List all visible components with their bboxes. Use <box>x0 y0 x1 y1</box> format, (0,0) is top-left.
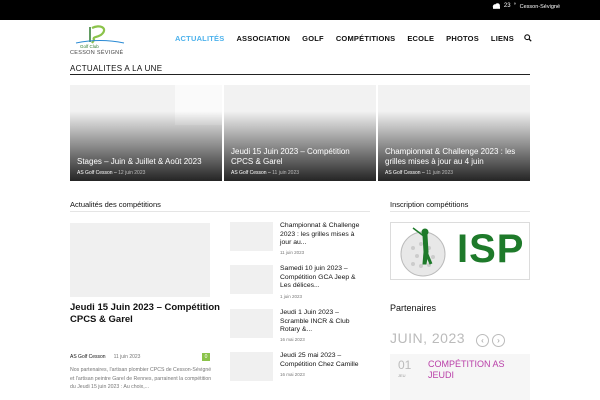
une-section-title: ACTUALITES A LA UNE <box>70 64 163 73</box>
chevron-left-icon: ‹ <box>481 336 484 345</box>
event-date: 01 JEU <box>390 354 420 400</box>
list-item-thumbnail[interactable] <box>230 265 273 294</box>
tile-title[interactable]: Championnat & Challenge 2023 : les grill… <box>385 147 524 167</box>
nav-item-ecole[interactable]: ECOLE <box>401 34 440 43</box>
list-item[interactable]: Jeudi 25 mai 2023 – Compétition Chez Cam… <box>230 352 370 384</box>
tile-meta: AS Golf Cesson – 12 juin 2023 <box>77 170 146 176</box>
nav-item-actualites[interactable]: ACTUALITÉS <box>169 34 231 43</box>
list-item[interactable]: Samedi 10 juin 2023 – Compétition GCA Je… <box>230 265 370 299</box>
competitions-section-title: Actualités des compétitions <box>70 200 161 209</box>
temperature-unit: ° <box>513 3 516 9</box>
cloud-icon <box>492 3 500 9</box>
nav-item-association[interactable]: ASSOCIATION <box>230 34 296 43</box>
list-item[interactable]: Championnat & Challenge 2023 : les grill… <box>230 222 370 255</box>
calendar-prev-button[interactable]: ‹ <box>476 334 489 347</box>
golf-ball-golfer-icon <box>400 227 446 277</box>
main-nav: ACTUALITÉS ASSOCIATION GOLF COMPÉTITIONS… <box>169 34 532 43</box>
event-title[interactable]: COMPÉTITION AS JEUDI <box>428 359 524 381</box>
weather-widget: 23 ° <box>492 3 516 9</box>
logo-line2: CESSON SÉVIGNÉ <box>70 50 124 56</box>
weather-city: Cesson-Sévigné <box>519 4 560 10</box>
chevron-right-icon: › <box>497 336 500 345</box>
tile-title[interactable]: Jeudi 15 Juin 2023 – Compétition CPCS & … <box>231 147 370 167</box>
une-divider <box>70 74 530 75</box>
tile-title[interactable]: Stages – Juin & Juillet & Août 2023 <box>77 157 216 167</box>
calendar-event[interactable]: 01 JEU COMPÉTITION AS JEUDI <box>390 354 530 400</box>
featured-tile-2[interactable]: Jeudi 15 Juin 2023 – Compétition CPCS & … <box>224 85 376 181</box>
list-item-title[interactable]: Jeudi 25 mai 2023 – Compétition Chez Cam… <box>280 352 364 369</box>
partenaires-section-title: Partenaires <box>390 303 437 313</box>
list-item-date: 1 juin 2023 <box>280 294 303 299</box>
featured-article-meta: AS Golf Cesson 11 juin 2023 <box>70 354 141 360</box>
list-item-thumbnail[interactable] <box>230 222 273 251</box>
search-icon[interactable] <box>524 34 532 42</box>
comment-count-badge[interactable]: 0 <box>202 353 210 361</box>
competitions-divider <box>70 211 370 212</box>
list-item-date: 16 mai 2023 <box>280 337 305 342</box>
temperature-value: 23 <box>503 3 511 9</box>
tile-meta: AS Golf Cesson – 11 juin 2023 <box>231 170 300 176</box>
featured-article-excerpt: Nos partenaires, l'artisan plombier CPCS… <box>70 367 212 390</box>
event-weekday: JEU <box>398 373 406 378</box>
list-item-title[interactable]: Samedi 10 juin 2023 – Compétition GCA Je… <box>280 265 364 291</box>
event-day: 01 <box>398 358 412 372</box>
featured-article-title[interactable]: Jeudi 15 Juin 2023 – Compétition CPCS & … <box>70 302 220 326</box>
featured-tile-1[interactable]: Stages – Juin & Juillet & Août 2023 AS G… <box>70 85 222 181</box>
logo-line1: Golf Club <box>80 44 99 49</box>
inscription-divider <box>390 211 530 212</box>
list-item-thumbnail[interactable] <box>230 352 273 381</box>
list-item-date: 16 mai 2023 <box>280 372 305 377</box>
nav-item-golf[interactable]: GOLF <box>296 34 330 43</box>
list-item-title[interactable]: Championnat & Challenge 2023 : les grill… <box>280 222 364 248</box>
featured-tile-3[interactable]: Championnat & Challenge 2023 : les grill… <box>378 85 530 181</box>
list-item-title[interactable]: Jeudi 1 Juin 2023 – Scramble INCR & Club… <box>280 309 364 335</box>
calendar-month: JUIN, 2023 <box>390 330 466 346</box>
isp-logo-text: ISP <box>457 227 525 271</box>
calendar-next-button[interactable]: › <box>492 334 505 347</box>
nav-item-competitions[interactable]: COMPÉTITIONS <box>330 34 402 43</box>
list-item-thumbnail[interactable] <box>230 309 273 338</box>
featured-article-image[interactable] <box>70 223 210 297</box>
site-logo[interactable]: Golf Club CESSON SÉVIGNÉ <box>70 24 130 58</box>
top-bar: 23 ° Cesson-Sévigné <box>0 0 600 20</box>
tile-meta: AS Golf Cesson – 11 juin 2023 <box>385 170 454 176</box>
inscription-section-title: Inscription compétitions <box>390 200 469 209</box>
nav-item-photos[interactable]: PHOTOS <box>440 34 485 43</box>
list-item-date: 11 juin 2023 <box>280 250 305 255</box>
isp-banner[interactable]: ISP <box>390 222 530 280</box>
nav-item-liens[interactable]: LIENS <box>485 34 520 43</box>
list-item[interactable]: Jeudi 1 Juin 2023 – Scramble INCR & Club… <box>230 309 370 342</box>
